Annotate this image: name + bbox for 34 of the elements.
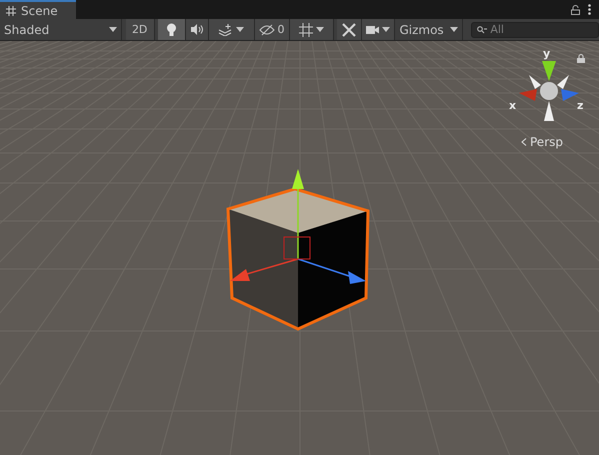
speaker-icon [190, 24, 204, 35]
axis-label: x [509, 99, 516, 112]
audio-toggle[interactable] [186, 19, 209, 40]
axis-label: z [577, 99, 584, 112]
projection-label[interactable]: Persp [521, 135, 563, 149]
scene-tab[interactable]: Scene [0, 0, 76, 19]
dropdown-caret-icon [108, 27, 117, 32]
grid-icon [6, 6, 16, 16]
dropdown-caret-icon [450, 27, 458, 32]
lock-icon[interactable] [577, 54, 585, 63]
dropdown-caret-icon [316, 27, 324, 32]
lock-icon[interactable] [571, 4, 580, 14]
grid-toggle[interactable] [290, 19, 334, 40]
more-options-icon[interactable] [588, 4, 591, 15]
grid-icon [298, 22, 313, 36]
layers-icon [218, 24, 234, 36]
camera-icon [366, 24, 380, 34]
hidden-eye-icon [258, 24, 275, 36]
camera-button[interactable] [362, 19, 396, 40]
lightbulb-icon [166, 22, 177, 36]
chevron-left-icon [521, 138, 527, 146]
tools-icon [342, 22, 356, 36]
dropdown-caret-icon [236, 27, 244, 32]
orientation-gizmo-icon [519, 61, 579, 123]
axis-label: y [543, 47, 550, 60]
tools-button[interactable] [336, 19, 362, 40]
search-icon [477, 26, 488, 34]
2d-toggle[interactable]: 2D [126, 19, 155, 40]
dropdown-caret-icon [382, 27, 390, 32]
effects-toggle[interactable] [208, 19, 255, 40]
search-bar[interactable]: All [471, 22, 599, 38]
lighting-toggle[interactable] [158, 19, 186, 40]
search-input[interactable]: All [490, 23, 590, 36]
hidden-objects-toggle[interactable]: 0 [254, 19, 290, 40]
